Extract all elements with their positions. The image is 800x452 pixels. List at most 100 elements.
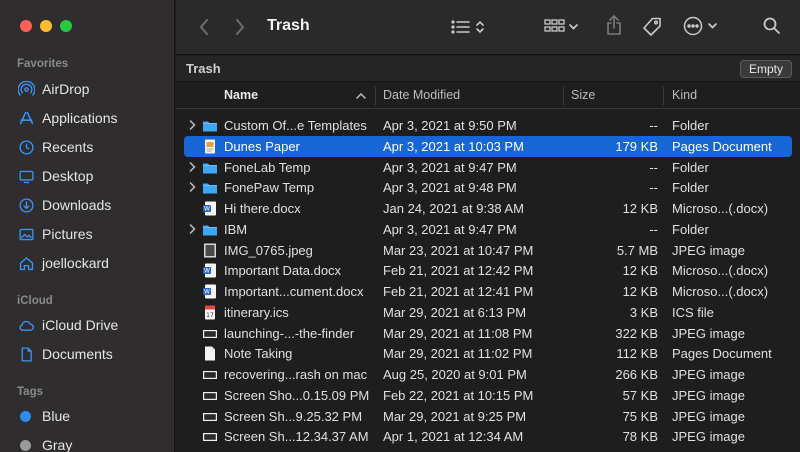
file-name: Hi there.docx: [224, 201, 301, 216]
file-size: --: [649, 180, 658, 196]
column-size[interactable]: Size: [571, 88, 595, 102]
zoom-window-button[interactable]: [60, 20, 72, 32]
empty-trash-button[interactable]: Empty: [739, 60, 792, 78]
file-row[interactable]: Custom Of...e Templates Apr 3, 2021 at 9:…: [184, 115, 792, 136]
file-kind: JPEG image: [672, 367, 745, 382]
sidebar-item-label: Blue: [42, 408, 71, 424]
sidebar-item-label: joellockard: [42, 255, 109, 271]
action-menu-button[interactable]: [683, 16, 721, 36]
file-row[interactable]: launching-...-the-finder Mar 29, 2021 at …: [184, 323, 792, 344]
sidebar-item-pictures[interactable]: Pictures: [17, 223, 93, 245]
file-size: 12 KB: [622, 201, 658, 216]
file-kind: Microso...(.docx): [672, 263, 769, 279]
sidebar-item-documents[interactable]: Documents: [17, 343, 113, 365]
disclosure-triangle-icon[interactable]: [188, 119, 197, 131]
disclosure-triangle-icon[interactable]: [188, 181, 197, 193]
sidebar-item-icloud-drive[interactable]: iCloud Drive: [17, 314, 118, 336]
file-name: Important Data.docx: [224, 263, 342, 279]
window-title: Trash: [267, 17, 310, 34]
file-name: Screen Sh...12.34.37 AM: [224, 429, 369, 445]
file-name: recovering...rash on mac: [224, 367, 368, 382]
grid-icon: [544, 19, 578, 32]
file-name: IMG_0765.jpeg: [224, 242, 313, 258]
share-icon: [607, 14, 621, 35]
file-date-modified: Apr 3, 2021 at 9:47 PM: [383, 221, 517, 237]
file-row[interactable]: IMG_0765.jpeg Mar 23, 2021 at 10:47 PM 5.7…: [184, 240, 792, 261]
sidebar-item-downloads[interactable]: Downloads: [17, 194, 111, 216]
word-document-icon: W: [202, 263, 218, 278]
column-date-modified[interactable]: Date Modified: [383, 88, 460, 102]
screenshot-image-icon: [202, 367, 218, 382]
file-row[interactable]: W Important Data.docx Feb 21, 2021 at 12:4…: [184, 260, 792, 281]
calendar-file-icon: 17: [202, 305, 218, 320]
file-date-modified: Jan 24, 2021 at 9:38 AM: [383, 201, 524, 216]
file-row[interactable]: 17 itinerary.ics Mar 29, 2021 at 6:13 PM 3 …: [184, 302, 792, 323]
file-kind: Folder: [672, 118, 709, 133]
file-row[interactable]: W Hi there.docx Jan 24, 2021 at 9:38 AM 12 …: [184, 198, 792, 219]
group-view-button[interactable]: [544, 18, 580, 36]
disclosure-triangle-icon[interactable]: [188, 161, 197, 173]
sort-ascending-icon[interactable]: [356, 92, 366, 99]
sidebar-item-tag-blue[interactable]: Blue: [17, 405, 70, 427]
column-divider[interactable]: [663, 87, 664, 105]
sidebar-item-home[interactable]: joellockard: [17, 252, 109, 274]
file-row[interactable]: W Important...cument.docx Feb 21, 2021 at …: [184, 281, 792, 302]
file-size: 57 KB: [622, 387, 658, 403]
sidebar-item-label: Recents: [42, 139, 94, 155]
list-view-button[interactable]: [451, 19, 485, 35]
jpeg-image-icon: [202, 243, 218, 258]
sidebar-item-label: Gray: [42, 437, 73, 452]
disclosure-triangle-icon[interactable]: [188, 223, 197, 235]
file-size: 179 KB: [615, 138, 658, 154]
share-button[interactable]: [605, 14, 623, 36]
file-row[interactable]: Dunes Paper Apr 3, 2021 at 10:03 PM 179 KB…: [184, 135, 792, 157]
window-controls: [20, 20, 72, 32]
sidebar-item-desktop[interactable]: Desktop: [17, 165, 93, 187]
file-kind: JPEG image: [672, 408, 745, 424]
file-kind: Microso...(.docx): [672, 284, 769, 299]
file-row[interactable]: recovering...rash on mac Aug 25, 2020 at …: [184, 364, 792, 385]
home-icon: [17, 254, 35, 272]
file-date-modified: Apr 3, 2021 at 9:48 PM: [383, 180, 517, 196]
desktop-icon: [17, 167, 35, 185]
sidebar-item-label: Downloads: [42, 197, 112, 213]
search-button[interactable]: [762, 16, 782, 36]
sidebar-item-label: Desktop: [42, 168, 94, 184]
minimize-window-button[interactable]: [40, 20, 52, 32]
word-document-icon: W: [202, 284, 218, 299]
sidebar-item-recents[interactable]: Recents: [17, 136, 93, 158]
file-row[interactable]: FoneLab Temp Apr 3, 2021 at 9:47 PM -- Fold…: [184, 157, 792, 178]
word-document-icon: W: [202, 201, 218, 216]
file-size: 75 KB: [622, 408, 658, 424]
column-divider[interactable]: [375, 87, 376, 105]
more-icon: [683, 16, 717, 36]
sidebar-item-tag-gray[interactable]: Gray: [17, 434, 72, 452]
column-header: Name Date Modified Size Kind: [176, 83, 800, 109]
forward-button[interactable]: [234, 18, 246, 36]
file-date-modified: Apr 3, 2021 at 9:47 PM: [383, 159, 517, 175]
file-date-modified: Apr 1, 2021 at 12:34 AM: [383, 429, 524, 445]
file-row[interactable]: Screen Sho...0.15.09 PM Feb 22, 2021 at 1…: [184, 385, 792, 406]
sidebar-section-favorites: Favorites: [17, 58, 69, 70]
sidebar-item-applications[interactable]: Applications: [17, 107, 118, 129]
sidebar-item-airdrop[interactable]: AirDrop: [17, 78, 89, 100]
close-window-button[interactable]: [20, 20, 32, 32]
file-row[interactable]: Screen Sh...9.25.32 PM Mar 29, 2021 at 9:…: [184, 406, 792, 427]
file-kind: JPEG image: [672, 387, 745, 403]
file-kind: Folder: [672, 159, 709, 175]
file-name: Custom Of...e Templates: [224, 118, 367, 133]
file-size: 5.7 MB: [616, 242, 658, 258]
gray-tag-dot-icon: [20, 439, 31, 451]
file-size: --: [649, 159, 658, 175]
back-button[interactable]: [198, 18, 210, 36]
column-divider[interactable]: [563, 87, 564, 105]
file-size: 322 KB: [615, 325, 658, 341]
column-name[interactable]: Name: [224, 88, 258, 102]
column-kind[interactable]: Kind: [672, 88, 697, 102]
tags-button[interactable]: [641, 16, 663, 38]
folder-icon: [202, 160, 218, 175]
file-row[interactable]: Note Taking Mar 29, 2021 at 11:02 PM 112 K…: [184, 343, 792, 364]
file-row[interactable]: Screen Sh...12.34.37 AM Apr 1, 2021 at 12…: [184, 426, 792, 447]
file-row[interactable]: IBM Apr 3, 2021 at 9:47 PM -- Folder: [184, 219, 792, 240]
file-row[interactable]: FonePaw Temp Apr 3, 2021 at 9:48 PM -- Fold…: [184, 177, 792, 198]
